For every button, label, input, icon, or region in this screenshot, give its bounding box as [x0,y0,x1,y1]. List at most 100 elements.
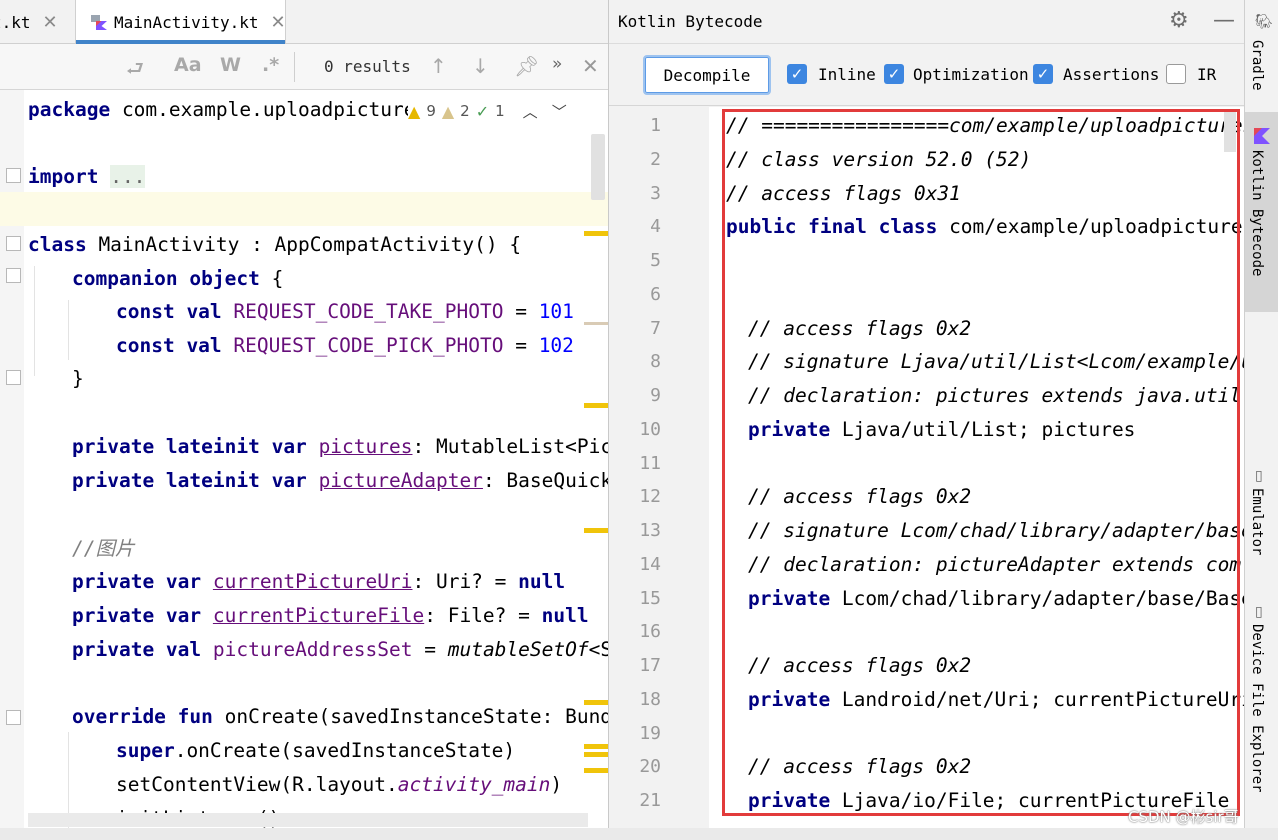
bytecode-comment: // access flags 0x2 [748,485,972,508]
checkbox-label: Optimization [913,65,1029,84]
chevron-down-icon[interactable]: ﹀ [552,101,567,122]
optimization-checkbox[interactable]: ✓ [884,64,904,84]
assertions-checkbox[interactable]: ✓ [1033,64,1053,84]
code-line: private var currentPictureUri: Uri? = nu… [72,565,565,599]
tool-kotlin-bytecode[interactable]: Kotlin Bytecode [1249,150,1265,276]
minimize-icon[interactable]: — [1213,8,1235,33]
warning-marker[interactable] [584,231,608,236]
ok-count: 1 [495,102,505,120]
line-number: 8 [650,351,661,372]
fold-icon[interactable] [6,268,21,283]
bytecode-comment: // access flags 0x2 [748,654,972,677]
warning-marker[interactable] [584,403,608,408]
arrow-up-icon[interactable]: ↑ [430,54,447,78]
arrow-down-icon[interactable]: ↓ [472,54,489,78]
indent-guide [34,266,35,376]
decompile-button[interactable]: Decompile [643,55,771,95]
replace-icon[interactable]: ⮐ [126,54,144,88]
bytecode-comment: // ================com/example/uploadpic… [726,114,1244,137]
warning-marker[interactable] [584,528,608,533]
code-text: com/example/uploadpictures/ [937,215,1244,238]
usage-marker[interactable] [584,322,608,325]
bytecode-toolbar: Decompile ✓ Inline ✓ Optimization ✓ Asse… [609,44,1244,106]
tab-label: MainActivity.kt [114,12,259,32]
line-number: 13 [639,520,661,541]
code-line: super.onCreate(savedInstanceState) [116,734,515,768]
panel-header: Kotlin Bytecode ⚙ — [609,0,1244,44]
code-text: .onCreate(savedInstanceState) [174,739,516,762]
code-text: = [503,300,539,323]
ir-checkbox[interactable] [1166,64,1186,84]
line-number: 17 [639,655,661,676]
close-icon[interactable]: ✕ [271,12,286,33]
line-number: 16 [639,621,661,642]
code-line: private lateinit var pictures: MutableLi… [72,430,608,464]
package-name: com.example.uploadpicture [121,98,416,121]
code-line: private val pictureAddressSet = mutableS… [72,633,608,667]
search-results-count: 0 results [324,57,411,76]
fold-icon[interactable] [6,236,21,251]
status-strip [0,828,1278,840]
pin-icon[interactable]: 📌︎ [514,54,539,78]
code-line: const val REQUEST_CODE_PICK_PHOTO = 102 [116,329,574,363]
keyword: private [748,418,831,441]
close-icon[interactable]: ✕ [43,12,58,33]
vertical-scrollbar[interactable] [591,134,605,200]
tool-gradle[interactable]: Gradle [1249,40,1265,91]
code-line: class MainActivity : AppCompatActivity()… [28,228,521,262]
fold-icon[interactable] [6,370,21,385]
line-number: 3 [650,183,661,204]
tab-other-file[interactable]: t.kt ✕ [0,0,76,44]
whole-words-icon[interactable]: W [220,54,241,76]
editor-pane: t.kt ✕ MainActivity.kt ✕ ⮐ Aa W .* 0 res… [0,0,608,840]
close-icon[interactable]: ✕ [582,54,599,78]
line-number: 1 [650,115,661,136]
horizontal-scrollbar[interactable] [28,813,588,827]
weak-warning-count: 2 [460,102,470,120]
code-line: companion object { [72,262,283,296]
gear-icon[interactable]: ⚙ [1169,8,1189,33]
keyword: null [541,604,589,627]
regex-icon[interactable]: .* [262,54,279,76]
code-line: setContentView(R.layout.activity_main) [116,768,562,802]
code-text: : File? = [424,604,542,627]
line-number: 6 [650,284,661,305]
bytecode-comment: // declaration: pictureAdapter extends c… [748,553,1244,576]
tool-emulator[interactable]: Emulator [1249,488,1265,555]
match-case-icon[interactable]: Aa [174,54,202,76]
field-name: pictures [318,435,413,458]
code-text: setContentView(R.layout. [116,773,398,796]
line-number: 14 [639,554,661,575]
warning-marker[interactable] [584,768,608,773]
line-number: 5 [650,250,661,271]
tab-main-activity[interactable]: MainActivity.kt ✕ [76,0,286,44]
code-text: MainActivity : AppCompatActivity() { [86,233,522,256]
vertical-scrollbar[interactable] [1224,112,1236,152]
inspection-widget[interactable]: ▲ 9 ▲ 2 ✓ 1 ︿ ﹀ [408,100,567,122]
keyword: private val [72,638,202,661]
code-line: private lateinit var pictureAdapter: Bas… [72,464,608,498]
error-stripe[interactable] [584,90,608,840]
fold-icon[interactable] [6,168,21,183]
fold-icon[interactable] [6,710,21,725]
tool-device-file-explorer[interactable]: Device File Explorer [1249,624,1265,793]
watermark: CSDN @彬sir哥 [1128,808,1239,826]
warning-marker[interactable] [584,752,608,757]
line-number: 20 [639,756,661,777]
checkbox-label: Assertions [1063,65,1160,84]
more-icon[interactable]: » [552,54,562,74]
warning-marker[interactable] [584,700,608,705]
chevron-up-icon[interactable]: ︿ [523,101,538,122]
line-number: 7 [650,318,661,339]
emulator-icon: ▯ [1255,468,1263,484]
line-number: 11 [639,453,661,474]
warning-marker[interactable] [584,744,608,749]
code-line: package com.example.uploadpicture [28,93,415,127]
keyword: private [748,789,831,812]
code-text: onCreate(savedInstanceState: Bundle [212,705,608,728]
line-number: 4 [650,216,661,237]
folded-imports[interactable]: ... [110,165,146,188]
device-icon: ▯ [1255,604,1263,620]
keyword: private lateinit var [72,435,307,458]
inline-checkbox[interactable]: ✓ [787,64,807,84]
